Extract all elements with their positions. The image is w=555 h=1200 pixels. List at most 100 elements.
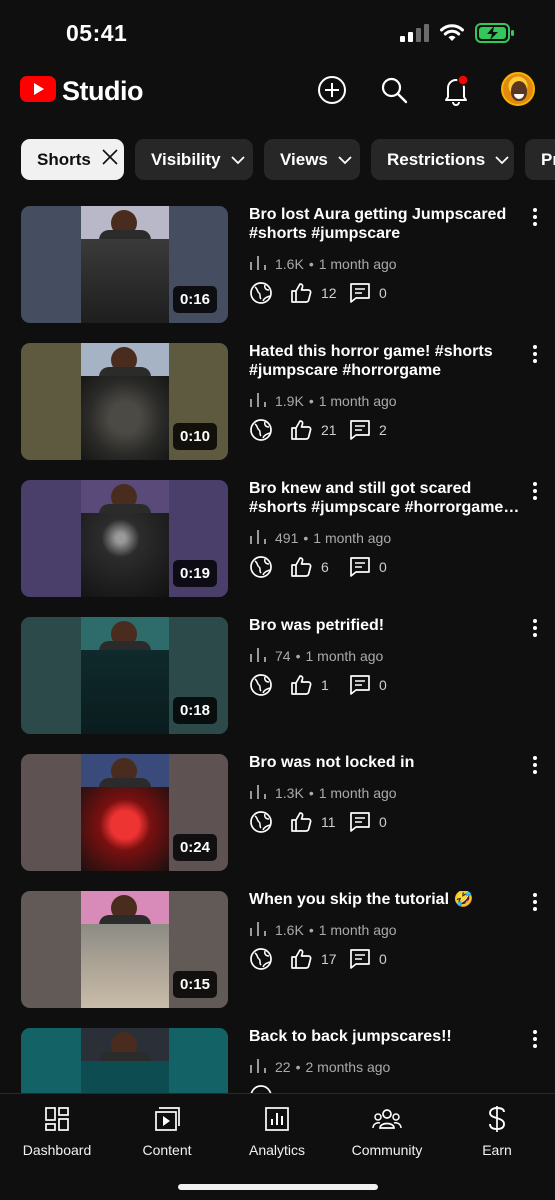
video-thumbnail[interactable]: 0:16 — [21, 206, 228, 323]
nav-earn[interactable]: Earn — [447, 1104, 547, 1158]
video-stats: 17 0 — [249, 947, 387, 971]
more-options-button[interactable] — [529, 344, 541, 367]
facecam — [81, 343, 169, 381]
thumbnail-frame — [81, 617, 169, 734]
video-stats: 11 0 — [249, 810, 387, 834]
list-item[interactable]: Back to back jumpscares!! 22 • 2 months … — [0, 1028, 555, 1093]
game-scene — [81, 650, 169, 734]
facecam — [81, 206, 169, 244]
video-meta: 74 • 1 month ago — [249, 646, 383, 665]
list-item[interactable]: 0:18 Bro was petrified! 74 • 1 month ago… — [0, 617, 555, 735]
views-icon — [249, 920, 267, 939]
more-options-button[interactable] — [529, 755, 541, 779]
video-thumbnail[interactable]: 0:24 — [21, 754, 228, 871]
nav-analytics[interactable]: Analytics — [227, 1104, 327, 1158]
like-count: 12 — [321, 285, 337, 301]
list-item[interactable]: 0:24 Bro was not locked in 1.3K • 1 mont… — [0, 754, 555, 872]
thumbnail-frame — [81, 343, 169, 460]
logo-text: Studio — [62, 76, 143, 106]
comment-icon — [349, 282, 371, 304]
more-vert-icon — [533, 618, 537, 642]
duration-badge: 0:15 — [172, 971, 217, 998]
more-options-button[interactable] — [529, 481, 541, 504]
nav-community[interactable]: Community — [337, 1104, 437, 1158]
comment-icon — [349, 674, 371, 696]
list-item[interactable]: 0:19 Bro knew and still got scared #shor… — [0, 480, 555, 598]
like-count: 1 — [321, 677, 329, 693]
video-meta: 1.3K • 1 month ago — [249, 783, 397, 802]
more-options-button[interactable] — [529, 892, 541, 916]
facecam — [81, 891, 169, 929]
more-vert-icon — [533, 755, 537, 779]
video-title[interactable]: Bro was not locked in — [249, 754, 521, 773]
comment-icon — [349, 556, 371, 578]
analytics-icon — [227, 1104, 327, 1134]
like-icon — [289, 555, 313, 579]
nav-content[interactable]: Content — [117, 1104, 217, 1158]
thumbnail-frame — [81, 206, 169, 323]
more-vert-icon — [533, 207, 537, 231]
video-thumbnail[interactable]: 0:10 — [21, 343, 228, 460]
chevron-down-icon — [338, 150, 352, 170]
list-item[interactable]: 0:16 Bro lost Aura getting Jumpscared #s… — [0, 206, 555, 324]
like-count: 17 — [321, 951, 337, 967]
like-icon — [289, 810, 313, 834]
search-button[interactable] — [376, 74, 412, 110]
chip-views[interactable]: Views — [264, 139, 360, 180]
video-meta: 22 • 2 months ago — [249, 1057, 390, 1076]
video-title[interactable]: When you skip the tutorial 🤣 — [249, 891, 521, 910]
app-header: Studio — [0, 64, 555, 120]
chip-more-filters[interactable]: Pr — [525, 139, 555, 180]
chip-shorts[interactable]: Shorts — [21, 139, 124, 180]
more-options-button[interactable] — [529, 1029, 541, 1053]
video-thumbnail[interactable]: 0:19 — [21, 480, 228, 597]
avatar[interactable] — [501, 72, 535, 106]
video-title[interactable]: Back to back jumpscares!! — [249, 1028, 521, 1047]
search-icon — [380, 76, 408, 109]
upload-age: 1 month ago — [305, 647, 384, 664]
public-globe-icon — [249, 1084, 273, 1093]
chevron-down-icon — [495, 150, 509, 170]
video-meta: 491 • 1 month ago — [249, 528, 391, 547]
more-options-button[interactable] — [529, 618, 541, 642]
public-globe-icon — [249, 555, 273, 579]
youtube-logo-icon — [20, 76, 56, 107]
video-thumbnail[interactable]: 0:15 — [21, 891, 228, 1008]
views-icon — [249, 528, 267, 547]
duration-badge: 0:24 — [172, 834, 217, 861]
comment-count: 0 — [379, 951, 387, 967]
more-vert-icon — [533, 1029, 537, 1053]
list-item[interactable]: 0:10 Hated this horror game! #shorts #ju… — [0, 343, 555, 461]
public-globe-icon — [249, 418, 273, 442]
notifications-button[interactable] — [438, 73, 474, 110]
like-icon — [289, 947, 313, 971]
video-title[interactable]: Bro was petrified! — [249, 617, 521, 636]
game-scene — [81, 787, 169, 871]
chip-label: Visibility — [151, 149, 221, 169]
chip-label: Shorts — [37, 149, 91, 169]
home-indicator — [178, 1184, 378, 1190]
create-button[interactable] — [314, 74, 350, 110]
more-options-button[interactable] — [529, 207, 541, 231]
chip-visibility[interactable]: Visibility — [135, 139, 253, 180]
view-count: 1.6K — [275, 921, 304, 938]
nav-dashboard[interactable]: Dashboard — [7, 1104, 107, 1158]
comment-icon — [349, 948, 371, 970]
video-title[interactable]: Bro knew and still got scared #shorts #j… — [249, 480, 521, 517]
video-title[interactable]: Hated this horror game! #shorts #jumpsca… — [249, 343, 521, 380]
video-thumbnail[interactable]: 0:18 — [21, 617, 228, 734]
video-thumbnail[interactable] — [21, 1028, 228, 1093]
separator: • — [308, 784, 314, 801]
comment-count: 0 — [379, 814, 387, 830]
chip-restrictions[interactable]: Restrictions — [371, 139, 514, 180]
video-meta: 1.6K • 1 month ago — [249, 254, 397, 273]
close-icon[interactable] — [101, 148, 119, 171]
comment-count: 0 — [379, 677, 387, 693]
chip-label: Restrictions — [387, 149, 486, 169]
facecam — [81, 617, 169, 655]
duration-badge: 0:16 — [172, 286, 217, 313]
studio-logo[interactable]: Studio — [20, 76, 143, 107]
list-item[interactable]: 0:15 When you skip the tutorial 🤣 1.6K •… — [0, 891, 555, 1009]
video-title[interactable]: Bro lost Aura getting Jumpscared #shorts… — [249, 206, 521, 243]
more-vert-icon — [533, 892, 537, 916]
